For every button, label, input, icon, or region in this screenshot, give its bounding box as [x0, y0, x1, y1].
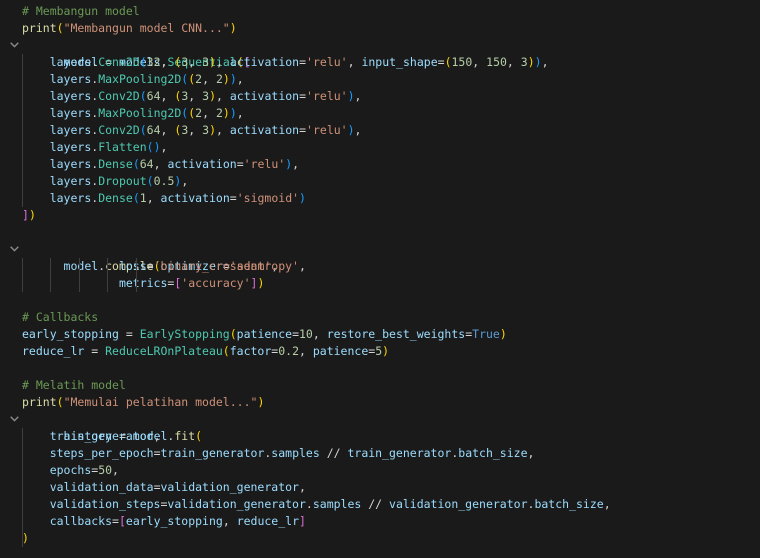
- code-token-bracket: (: [56, 21, 64, 35]
- code-token-string: "Membangun model CNN...": [63, 21, 230, 35]
- code-line[interactable]: layers.Conv2D(64, (3, 3), activation='re…: [0, 122, 760, 139]
- code-line[interactable]: reduce_lr = ReduceLROnPlateau(factor=0.2…: [0, 343, 760, 360]
- code-editor-pane[interactable]: # Membangun model print("Membangun model…: [0, 0, 760, 558]
- code-line-blank[interactable]: [0, 292, 760, 309]
- code-token-comment: # Melatih model: [22, 378, 126, 392]
- indent-guide: [79, 258, 80, 275]
- code-line[interactable]: layers.Flatten(),: [0, 139, 760, 156]
- chevron-down-icon[interactable]: [8, 411, 20, 428]
- code-token-comment: # Membangun model: [22, 4, 140, 18]
- chevron-down-icon[interactable]: [8, 241, 20, 258]
- code-line[interactable]: epochs=50,: [0, 462, 760, 479]
- code-line[interactable]: print("Memulai pelatihan model..."): [0, 394, 760, 411]
- code-line[interactable]: ]): [0, 207, 760, 224]
- code-line[interactable]: history = model.fit(: [0, 411, 760, 443]
- indent-guide: [22, 139, 23, 156]
- code-line[interactable]: model.compile(optimizer='adam',: [0, 241, 760, 273]
- code-lines-container: # Membangun model print("Membangun model…: [0, 3, 760, 547]
- code-line[interactable]: ): [0, 530, 760, 547]
- indent-guide: [22, 275, 23, 292]
- code-token-keyword: True: [472, 327, 500, 341]
- indent-guide: [22, 496, 23, 513]
- code-line[interactable]: layers.MaxPooling2D((2, 2)),: [0, 71, 760, 88]
- code-token-string: 'relu': [306, 55, 348, 69]
- code-line[interactable]: callbacks=[early_stopping, reduce_lr]: [0, 513, 760, 530]
- indent-guide: [22, 156, 23, 173]
- code-line[interactable]: # Callbacks: [0, 309, 760, 326]
- code-line[interactable]: layers.Dense(64, activation='relu'),: [0, 156, 760, 173]
- indent-guide: [136, 275, 137, 292]
- indent-guide: [22, 190, 23, 207]
- code-line[interactable]: early_stopping = EarlyStopping(patience=…: [0, 326, 760, 343]
- code-line[interactable]: layers.MaxPooling2D((2, 2)),: [0, 105, 760, 122]
- indent-guide: [107, 275, 108, 292]
- code-line[interactable]: layers.Dense(1, activation='sigmoid'): [0, 190, 760, 207]
- indent-guide: [22, 530, 23, 547]
- code-token-bracket: ]: [22, 208, 29, 222]
- code-token-comment: # Callbacks: [22, 310, 99, 324]
- code-token-number: 32: [146, 55, 161, 69]
- code-line[interactable]: loss='binary_crossentropy',: [0, 258, 760, 275]
- indent-guide: [22, 122, 23, 139]
- indent-guide: [22, 258, 23, 275]
- code-line[interactable]: print("Membangun model CNN..."): [0, 20, 760, 37]
- code-line-blank[interactable]: [0, 224, 760, 241]
- code-token-bracket: (: [139, 55, 147, 69]
- indent-guide: [50, 275, 51, 292]
- code-line[interactable]: validation_data=validation_generator,: [0, 479, 760, 496]
- code-line-blank[interactable]: [0, 360, 760, 377]
- code-line[interactable]: layers.Conv2D(32, (3, 3), activation='re…: [0, 54, 760, 71]
- code-token-bracket: ): [22, 531, 29, 545]
- code-token-class: Conv2D: [98, 55, 140, 69]
- code-line[interactable]: # Membangun model: [0, 3, 760, 20]
- indent-guide: [22, 71, 23, 88]
- indent-guide: [22, 428, 23, 445]
- indent-guide: [22, 105, 23, 122]
- code-line[interactable]: model = models.Sequential([: [0, 37, 760, 69]
- code-line[interactable]: # Melatih model: [0, 377, 760, 394]
- code-line[interactable]: validation_steps=validation_generator.sa…: [0, 496, 760, 513]
- chevron-down-icon[interactable]: [8, 37, 20, 54]
- indent-guide: [136, 258, 137, 275]
- code-token-function: print: [22, 21, 57, 35]
- indent-guide: [22, 54, 23, 71]
- code-line[interactable]: steps_per_epoch=train_generator.samples …: [0, 445, 760, 462]
- code-token-bracket: ): [28, 208, 36, 222]
- indent-guide: [22, 445, 23, 462]
- code-line[interactable]: train_generator,: [0, 428, 760, 445]
- code-line[interactable]: metrics=['accuracy']): [0, 275, 760, 292]
- indent-guide: [50, 258, 51, 275]
- indent-guide: [107, 258, 108, 275]
- indent-guide: [79, 275, 80, 292]
- code-line[interactable]: layers.Dropout(0.5),: [0, 173, 760, 190]
- indent-guide: [22, 462, 23, 479]
- indent-guide: [22, 88, 23, 105]
- indent-guide: [22, 479, 23, 496]
- code-token-variable: layers: [49, 55, 92, 69]
- code-token-bracket: ): [229, 21, 237, 35]
- indent-guide: [22, 513, 23, 530]
- indent-guide: [22, 173, 23, 190]
- code-line[interactable]: layers.Conv2D(64, (3, 3), activation='re…: [0, 88, 760, 105]
